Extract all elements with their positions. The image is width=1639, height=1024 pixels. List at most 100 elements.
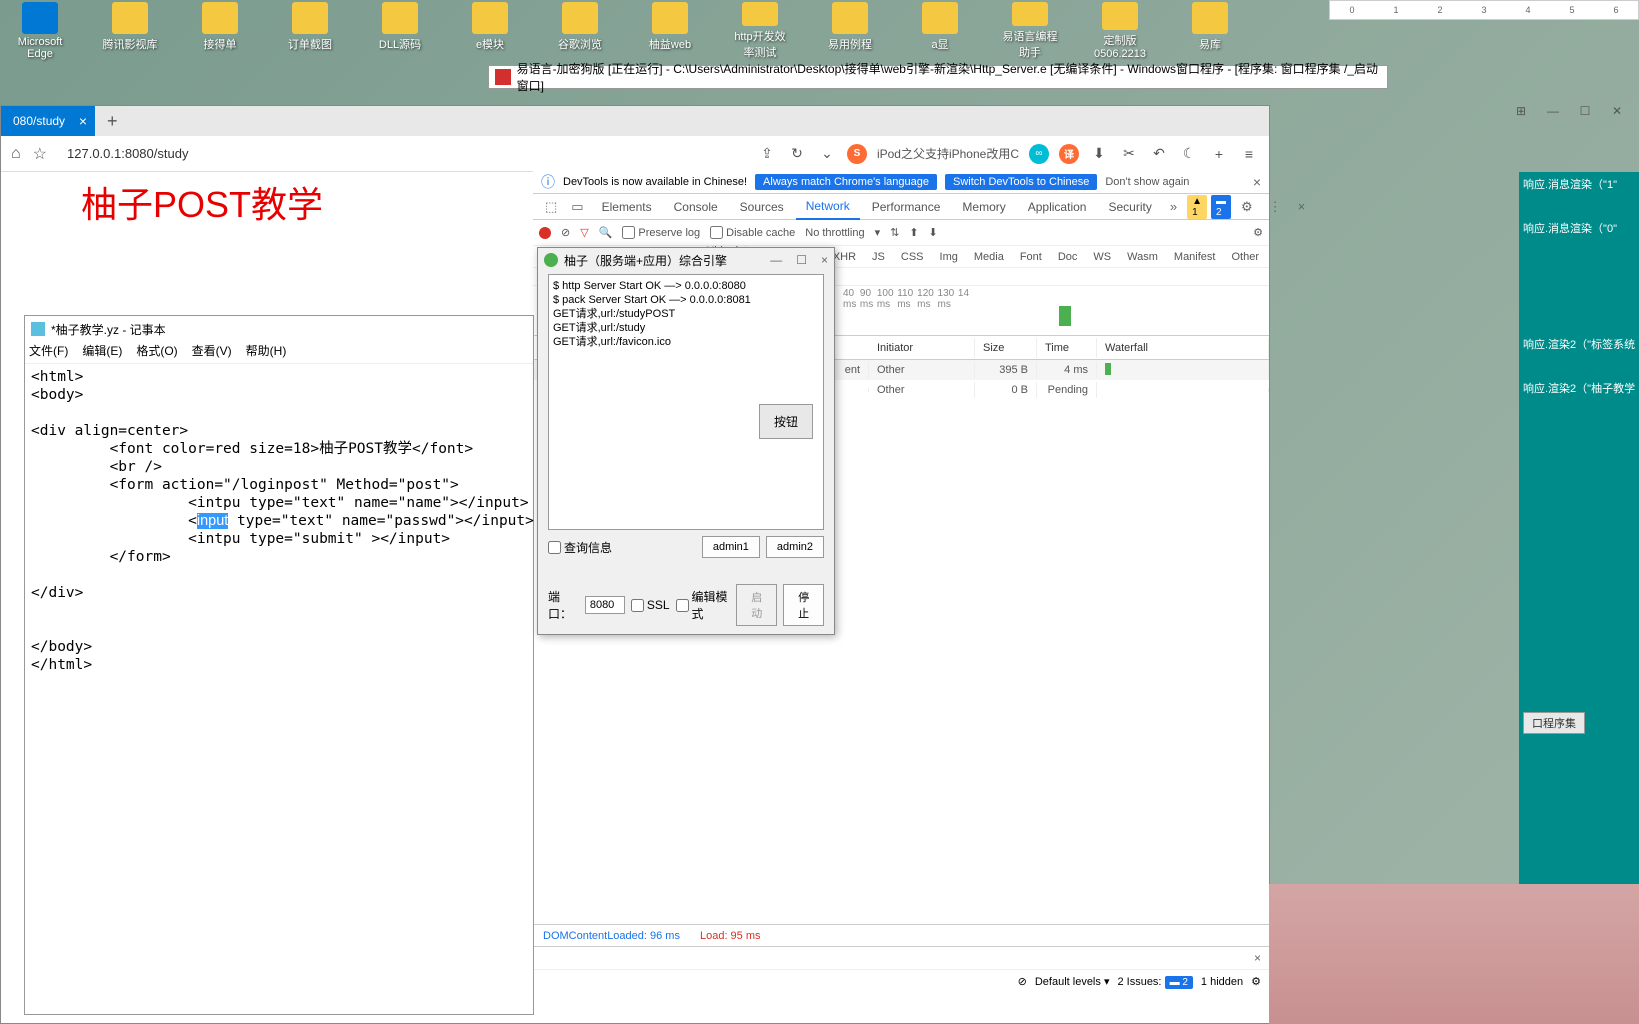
devtools-menu-icon[interactable]: ⋮ [1263,199,1288,215]
th-waterfall[interactable]: Waterfall [1097,338,1269,358]
ssl-checkbox[interactable]: SSL [631,598,670,612]
program-set-tab[interactable]: 口程序集 [1523,712,1585,734]
close-button[interactable]: ✕ [1603,100,1631,122]
notepad-titlebar[interactable]: *柚子教学.yz - 记事本 [25,316,533,342]
tab-security[interactable]: Security [1098,195,1161,219]
button-generic[interactable]: 按钮 [759,404,813,439]
disable-cache-checkbox[interactable]: Disable cache [710,226,795,239]
filter-img[interactable]: Img [936,249,962,265]
filter-ws[interactable]: WS [1089,249,1115,265]
filter-wasm[interactable]: Wasm [1123,249,1162,265]
banner-close-icon[interactable]: × [1253,174,1261,190]
devtools-close-icon[interactable]: × [1292,199,1312,214]
tab-memory[interactable]: Memory [952,195,1015,219]
download-icon[interactable]: ⬇ [1089,144,1109,164]
info-badge[interactable]: ▬ 2 [1211,195,1231,219]
inspect-icon[interactable]: ⬚ [539,199,563,215]
tab-performance[interactable]: Performance [862,195,951,219]
filter-font[interactable]: Font [1016,249,1046,265]
console-clear-icon[interactable]: ⊘ [1018,975,1027,988]
desktop-icon[interactable]: 接得单 [190,2,250,60]
device-icon[interactable]: ▭ [565,199,589,215]
warning-badge[interactable]: ▲ 1 [1187,195,1207,219]
switch-chinese-button[interactable]: Switch DevTools to Chinese [945,174,1097,190]
console-settings-icon[interactable]: ⚙ [1251,975,1261,988]
layout-icon[interactable]: ⊞ [1507,100,1535,122]
wifi-icon[interactable]: ⇅ [890,226,899,239]
desktop-icon[interactable]: 易语言编程助手 [1000,2,1060,60]
upload-icon[interactable]: ⬆ [909,226,918,239]
menu-edit[interactable]: 编辑(E) [82,342,122,363]
edit-mode-checkbox[interactable]: 编辑模式 [676,588,731,622]
dropdown-icon[interactable]: ⌄ [817,144,837,164]
clear-icon[interactable]: ⊘ [561,226,570,239]
menu-format[interactable]: 格式(O) [136,342,177,363]
network-settings-icon[interactable]: ⚙ [1253,226,1263,239]
desktop-icon[interactable]: 腾讯影视库 [100,2,160,60]
undo-icon[interactable]: ↶ [1149,144,1169,164]
settings-icon[interactable]: ⚙ [1235,199,1259,215]
dont-show-again[interactable]: Don't show again [1105,176,1189,188]
desktop-icon[interactable]: a显 [910,2,970,60]
home-icon[interactable]: ⌂ [11,145,21,163]
tab-elements[interactable]: Elements [592,195,662,219]
desktop-icon[interactable]: DLL源码 [370,2,430,60]
match-language-button[interactable]: Always match Chrome's language [755,174,937,190]
url-bar[interactable]: 127.0.0.1:8080/study [59,142,745,165]
tab-close-icon[interactable]: × [79,113,87,129]
notepad-text-area[interactable]: <html> <body> <div align=center> <font c… [25,364,533,678]
news-text[interactable]: iPod之父支持iPhone改用C [877,145,1019,162]
filter-manifest[interactable]: Manifest [1170,249,1220,265]
server-log[interactable]: $ http Server Start OK —> 0.0.0.0:8080 $… [548,274,824,530]
admin2-button[interactable]: admin2 [766,536,824,558]
th-initiator[interactable]: Initiator [869,338,975,358]
favorite-icon[interactable]: ☆ [33,144,47,164]
maximize-button[interactable]: ☐ [1571,100,1599,122]
start-button[interactable]: 启动 [736,584,777,626]
tab-network[interactable]: Network [796,194,860,220]
download-har-icon[interactable]: ⬇ [929,226,938,239]
filter-icon[interactable]: ▽ [580,226,588,239]
port-input[interactable] [585,596,625,614]
desktop-icon[interactable]: 订单截图 [280,2,340,60]
th-time[interactable]: Time [1037,338,1097,358]
levels-select[interactable]: Default levels ▾ [1035,975,1110,988]
share-icon[interactable]: ⇪ [757,144,777,164]
translate-icon[interactable]: 译 [1059,144,1079,164]
issues-label[interactable]: 2 Issues: ▬ 2 [1117,976,1192,988]
desktop-icon[interactable]: 易用例程 [820,2,880,60]
desktop-icon[interactable]: 谷歌浏览 [550,2,610,60]
tab-sources[interactable]: Sources [730,195,794,219]
menu-file[interactable]: 文件(F) [29,342,68,363]
edge-tab[interactable]: 080/study × [1,106,95,136]
menu-view[interactable]: 查看(V) [192,342,232,363]
filter-other[interactable]: Other [1227,249,1263,265]
record-button[interactable] [539,227,551,239]
desktop-icon[interactable]: 定制版0506.2213 [1090,2,1150,60]
filter-media[interactable]: Media [970,249,1008,265]
minimize-icon[interactable]: — [770,253,782,267]
menu-icon[interactable]: ≡ [1239,144,1259,164]
stop-button[interactable]: 停止 [783,584,824,626]
desktop-icon[interactable]: http开发效率测试 [730,2,790,60]
elang-ide-titlebar[interactable]: 易语言-加密狗版 [正在运行] - C:\Users\Administrator… [488,65,1388,89]
query-info-checkbox[interactable]: 查询信息 [548,539,612,556]
filter-js[interactable]: JS [868,249,889,265]
preserve-log-checkbox[interactable]: Preserve log [622,226,700,239]
more-tabs-icon[interactable]: » [1164,199,1183,214]
desktop-icon[interactable]: 易库 [1180,2,1240,60]
throttling-chevron-icon[interactable]: ▾ [875,226,881,239]
desktop-icon[interactable]: e模块 [460,2,520,60]
desktop-icon[interactable]: Microsoft Edge [10,2,70,60]
ext-icon-1[interactable]: ∞ [1029,144,1049,164]
console-close-icon[interactable]: × [1254,951,1261,965]
tab-application[interactable]: Application [1018,195,1097,219]
reload-icon[interactable]: ↻ [787,144,807,164]
filter-css[interactable]: CSS [897,249,928,265]
filter-doc[interactable]: Doc [1054,249,1082,265]
tab-console[interactable]: Console [664,195,728,219]
sogou-icon[interactable]: S [847,144,867,164]
maximize-icon[interactable]: ☐ [796,253,807,267]
th-size[interactable]: Size [975,338,1037,358]
new-tab-button[interactable]: + [95,111,130,132]
